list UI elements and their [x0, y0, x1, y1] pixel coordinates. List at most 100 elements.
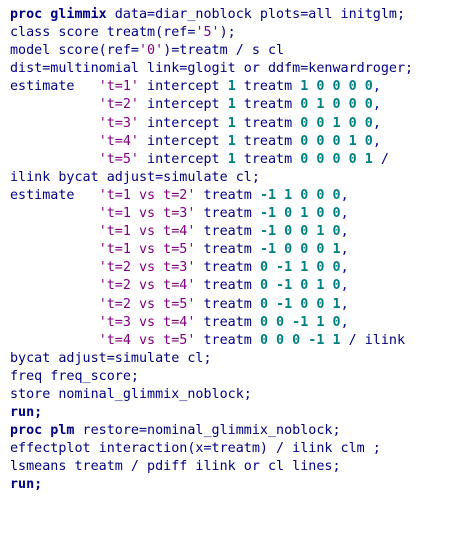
string-literal: 't=1': [98, 79, 139, 95]
code-line: run;: [10, 476, 413, 494]
numeric-literal: -1 0 1 0 0: [259, 206, 341, 222]
code-line: effectplot interaction(x=treatm) / ilink…: [10, 440, 413, 458]
string-literal: 't=2 vs t=4': [98, 278, 196, 294]
code-line: run;: [10, 404, 413, 422]
code-line: lsmeans treatm / pdiff ilink or cl lines…: [10, 458, 413, 476]
code-line: 't=4 vs t=5' treatm 0 0 0 -1 1 / ilink: [10, 332, 413, 350]
code-line: dist=multinomial link=glogit or ddfm=ken…: [10, 60, 413, 78]
code-line: 't=1 vs t=3' treatm -1 0 1 0 0,: [10, 205, 413, 223]
code-token: restore=nominal_glimmix_noblock;: [74, 423, 341, 439]
code-token: data=diar_noblock plots=all initglm;: [106, 7, 406, 22]
code-token: ,: [340, 224, 349, 240]
numeric-literal: 1: [227, 115, 236, 131]
numeric-literal: 0 0 0 0 1: [300, 151, 373, 167]
code-token: treatm: [235, 79, 301, 95]
code-token: ,: [372, 133, 381, 149]
code-line: 't=1 vs t=4' treatm -1 0 0 1 0,: [10, 223, 413, 241]
code-token: / ilink: [340, 332, 406, 348]
code-token: treatm: [235, 133, 301, 149]
keyword-token: proc glimmix: [10, 7, 107, 22]
code-line: estimate 't=1 vs t=2' treatm -1 1 0 0 0,: [10, 187, 413, 205]
numeric-literal: 1 0 0 0 0: [300, 79, 373, 95]
code-token: ilink bycat adjust=simulate cl;: [10, 169, 260, 185]
code-line: proc plm restore=nominal_glimmix_noblock…: [10, 422, 413, 440]
string-literal: 't=4': [98, 133, 139, 149]
code-line: estimate 't=1' intercept 1 treatm 1 0 0 …: [10, 78, 413, 96]
string-literal: 't=1 vs t=5': [98, 242, 196, 258]
numeric-literal: 0 0 0 1 0: [300, 133, 373, 149]
code-token: );: [219, 25, 236, 41]
code-line: class score treatm(ref='5');: [10, 24, 413, 42]
code-token: ,: [340, 296, 349, 312]
code-line: 't=1 vs t=5' treatm -1 0 0 0 1,: [10, 241, 413, 259]
code-token: treatm: [235, 151, 301, 167]
code-token: bycat adjust=simulate cl;: [10, 350, 212, 366]
numeric-literal: 1: [227, 97, 236, 113]
code-token: treatm: [195, 314, 260, 330]
code-token: treatm: [195, 224, 260, 240]
string-literal: 't=2 vs t=3': [98, 260, 196, 276]
code-token: treatm: [235, 115, 301, 131]
numeric-literal: 1: [227, 133, 236, 149]
numeric-literal: 0 -1 0 0 1: [259, 296, 341, 312]
code-token: treatm: [195, 260, 260, 276]
code-line: 't=5' intercept 1 treatm 0 0 0 0 1 /: [10, 151, 413, 169]
code-token: dist=multinomial link=glogit or ddfm=ken…: [10, 61, 414, 77]
code-token: intercept: [139, 97, 228, 113]
code-token: intercept: [139, 79, 228, 95]
code-token: ,: [340, 242, 349, 258]
string-literal: '5': [195, 25, 220, 41]
code-token: intercept: [139, 151, 228, 167]
string-literal: 't=3 vs t=4': [98, 314, 196, 330]
code-line: 't=2 vs t=3' treatm 0 -1 1 0 0,: [10, 259, 413, 277]
string-literal: 't=3': [98, 115, 139, 131]
code-token: effectplot interaction(x=treatm) / ilink…: [10, 441, 381, 457]
code-token: /: [372, 151, 389, 167]
code-line: 't=2 vs t=5' treatm 0 -1 0 0 1,: [10, 296, 413, 314]
string-literal: 't=1 vs t=3': [98, 206, 196, 222]
code-token: ,: [340, 187, 349, 203]
keyword-token: proc plm: [10, 423, 75, 439]
code-token: intercept: [139, 133, 228, 149]
code-token: store nominal_glimmix_noblock;: [10, 386, 252, 402]
code-token: ,: [372, 97, 381, 113]
string-literal: 't=2': [98, 97, 139, 113]
code-token: intercept: [139, 115, 228, 131]
numeric-literal: 1: [227, 79, 236, 95]
code-line: ilink bycat adjust=simulate cl;: [10, 169, 413, 187]
code-token: ,: [340, 260, 349, 276]
code-token: treatm: [195, 206, 260, 222]
code-token: lsmeans treatm / pdiff ilink or cl lines…: [10, 459, 341, 475]
string-literal: 't=2 vs t=5': [98, 296, 196, 312]
numeric-literal: 0 1 0 0 0: [300, 97, 373, 113]
code-token: freq freq_score;: [10, 368, 139, 384]
code-token: treatm: [195, 187, 260, 203]
code-token: treatm: [195, 278, 260, 294]
numeric-literal: -1 0 0 0 1: [259, 242, 341, 258]
code-token: ,: [372, 115, 381, 131]
numeric-literal: 0 0 0 -1 1: [259, 332, 341, 348]
code-line: 't=2 vs t=4' treatm 0 -1 0 1 0,: [10, 277, 413, 295]
code-token: treatm: [235, 97, 301, 113]
string-literal: 't=1 vs t=2': [98, 187, 196, 203]
code-token: )=treatm / s cl: [163, 43, 285, 59]
code-token: ,: [340, 278, 349, 294]
numeric-literal: 0 0 -1 1 0: [259, 314, 341, 330]
string-literal: 't=1 vs t=4': [98, 224, 196, 240]
numeric-literal: 1: [227, 151, 236, 167]
code-token: treatm: [195, 332, 260, 348]
numeric-literal: -1 0 0 1 0: [259, 224, 341, 240]
code-token: ,: [340, 314, 349, 330]
numeric-literal: -1 1 0 0 0: [259, 187, 341, 203]
code-token: treatm: [195, 296, 260, 312]
code-line: store nominal_glimmix_noblock;: [10, 386, 413, 404]
code-token: ,: [340, 206, 349, 222]
